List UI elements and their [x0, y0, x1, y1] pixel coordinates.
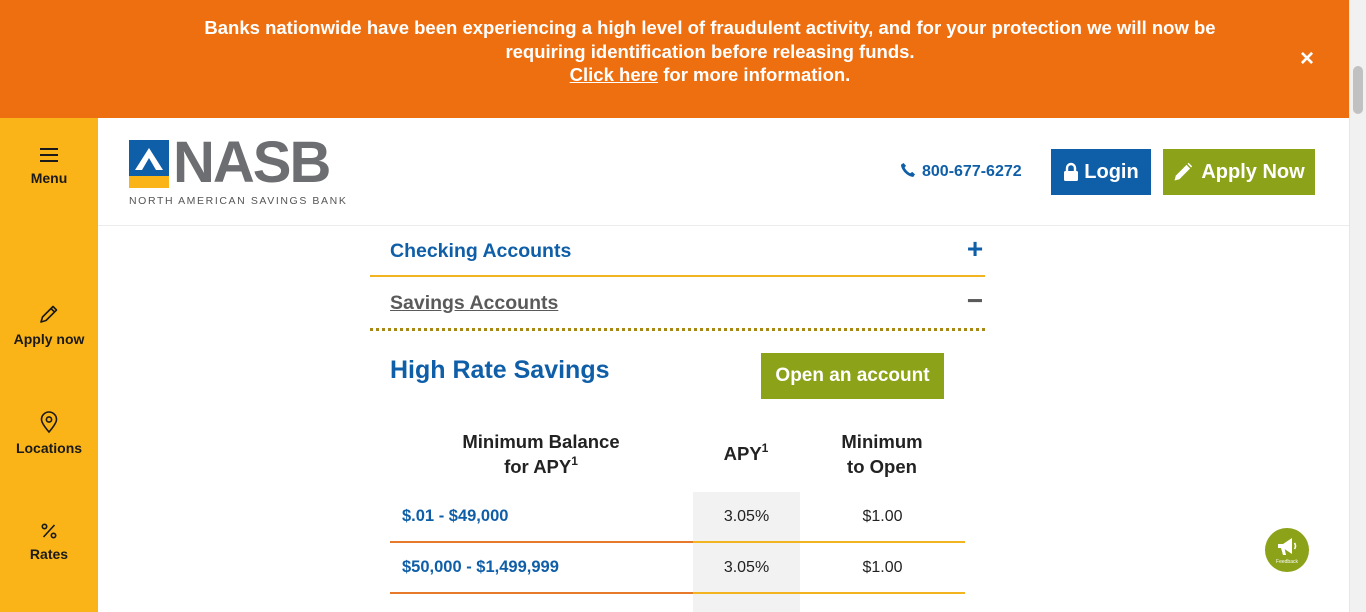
balance-range[interactable]: $50,000 - $1,499,999: [402, 558, 559, 577]
alert-line-1: Banks nationwide have been experiencing …: [204, 17, 1216, 62]
plus-icon: +: [966, 233, 984, 264]
checking-accounts-accordion[interactable]: Checking Accounts +: [370, 226, 985, 277]
savings-accounts-title: Savings Accounts: [390, 292, 559, 314]
checking-accounts-title: Checking Accounts: [390, 240, 572, 262]
fraud-alert-banner: Banks nationwide have been experiencing …: [0, 0, 1349, 118]
phone-link[interactable]: 800-677-6272: [900, 162, 1022, 181]
minimum-to-open-value: $1.00: [862, 559, 903, 576]
header-minimum-balance: Minimum Balance for APY1: [430, 429, 652, 479]
phone-number: 800-677-6272: [922, 163, 1022, 180]
header-apy-label: APY: [723, 443, 762, 464]
lock-icon: [1064, 162, 1079, 181]
rail-label-rates: Rates: [29, 546, 69, 562]
minus-icon: −: [966, 285, 984, 316]
login-button[interactable]: Login: [1051, 149, 1151, 195]
rail-item-locations[interactable]: Locations: [0, 411, 98, 456]
rail-label-locations: Locations: [15, 440, 83, 456]
close-icon[interactable]: ×: [1296, 46, 1318, 72]
apy-value: 3.05%: [723, 508, 770, 525]
rail-label-apply-now: Apply now: [13, 331, 85, 347]
map-pin-icon: [40, 411, 58, 434]
header-apy: APY1: [694, 441, 798, 466]
login-label: Login: [1084, 160, 1139, 183]
header-min-line2: to Open: [847, 456, 917, 477]
rail-item-apply-now[interactable]: Apply now: [0, 303, 98, 347]
rail-item-menu[interactable]: Menu: [0, 146, 98, 186]
minimum-to-open-value: $1.00: [862, 508, 903, 525]
scrollbar-thumb[interactable]: [1353, 66, 1363, 114]
footnote-marker[interactable]: 1: [762, 441, 769, 455]
table-row: [390, 594, 965, 612]
megaphone-icon: [1278, 538, 1297, 555]
pencil-icon: [1174, 162, 1193, 181]
rail-label-menu: Menu: [30, 170, 68, 186]
savings-accounts-accordion[interactable]: Savings Accounts −: [370, 278, 985, 331]
open-account-button[interactable]: Open an account: [761, 353, 944, 399]
apply-now-button[interactable]: Apply Now: [1163, 149, 1315, 195]
logo-mark-icon: [129, 140, 169, 188]
apy-value: 3.05%: [723, 559, 770, 576]
feedback-label: Feedback: [1276, 559, 1298, 565]
apply-now-label: Apply Now: [1201, 160, 1305, 183]
page: Banks nationwide have been experiencing …: [0, 0, 1366, 612]
table-row: $.01 - $49,000 3.05% $1.00: [390, 492, 965, 543]
alert-line-2: for more information.: [658, 64, 851, 85]
table-row: $50,000 - $1,499,999 3.05% $1.00: [390, 543, 965, 594]
balance-range[interactable]: $.01 - $49,000: [402, 507, 508, 526]
alert-message: Banks nationwide have been experiencing …: [170, 16, 1250, 87]
page-scrollbar[interactable]: [1349, 0, 1366, 612]
side-rail: Menu Apply now Locations Rates: [0, 118, 98, 612]
rail-item-rates[interactable]: Rates: [0, 522, 98, 562]
feedback-button[interactable]: Feedback: [1265, 528, 1309, 572]
header-min-line1: Minimum: [841, 431, 923, 452]
footnote-marker[interactable]: 1: [571, 454, 578, 468]
phone-icon: [901, 163, 915, 177]
pencil-icon: [40, 305, 58, 323]
product-title: High Rate Savings: [390, 356, 610, 384]
alert-click-here-link[interactable]: Click here: [570, 64, 658, 85]
logo-wordmark: NASB: [173, 130, 331, 195]
percent-icon: [41, 523, 57, 539]
header-minimum-to-open: Minimum to Open: [806, 429, 958, 479]
site-header: NASB NORTH AMERICAN SAVINGS BANK 800-677…: [98, 118, 1349, 226]
logo-tagline: NORTH AMERICAN SAVINGS BANK: [129, 195, 348, 207]
nasb-logo[interactable]: NASB NORTH AMERICAN SAVINGS BANK: [129, 130, 349, 207]
hamburger-icon: [40, 148, 58, 162]
header-balance-line2: for APY: [504, 456, 572, 477]
header-balance-line1: Minimum Balance: [462, 431, 620, 452]
